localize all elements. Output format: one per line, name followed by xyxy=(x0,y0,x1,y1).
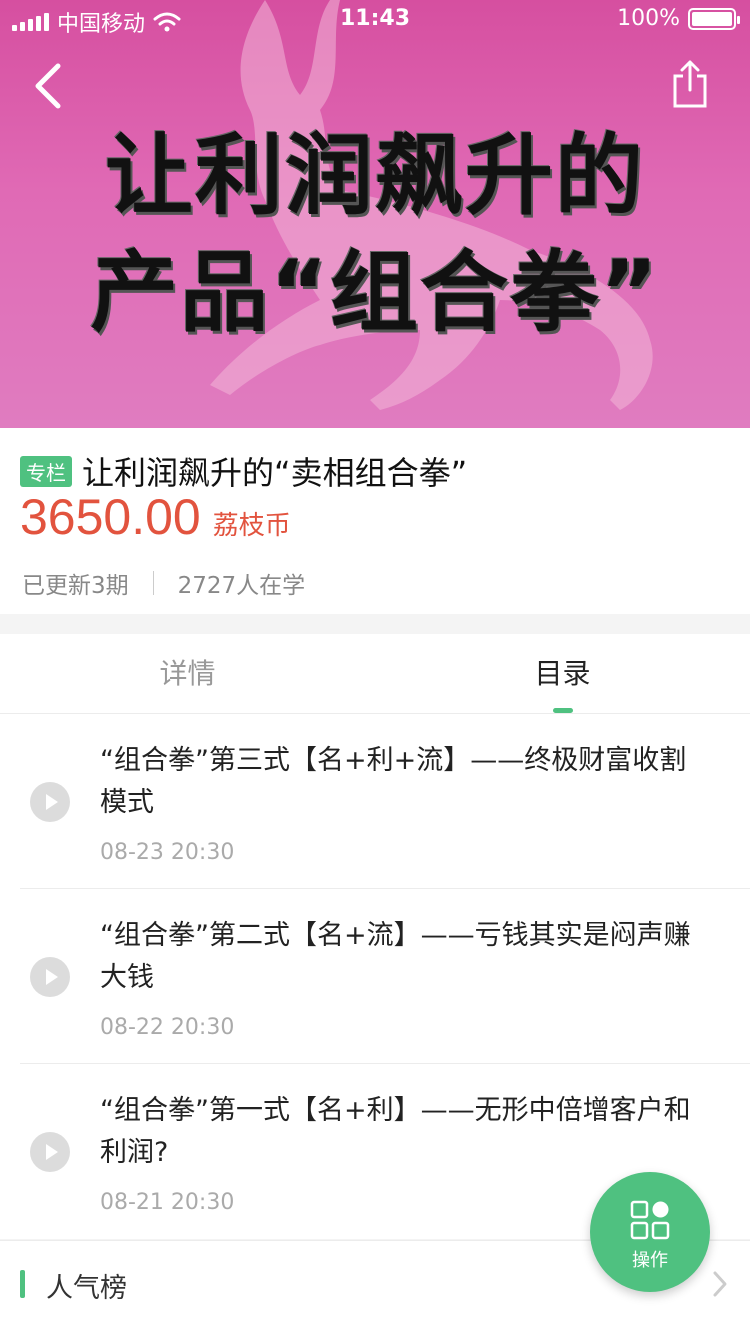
meta-divider xyxy=(152,571,154,595)
operation-label: 操作 xyxy=(632,1250,668,1271)
episode-date: 08-23 20:30 xyxy=(100,840,235,865)
chevron-right-icon xyxy=(713,1271,727,1297)
course-info: 专栏 让利润飙升的“卖相组合拳” 3650.00 荔枝币 已更新3期 2727人… xyxy=(0,428,750,614)
operation-grid-icon xyxy=(630,1200,670,1240)
battery-icon xyxy=(688,7,740,30)
play-icon[interactable] xyxy=(30,1132,70,1172)
column-tag: 专栏 xyxy=(20,455,72,487)
episode-title: “组合拳”第三式【名+利+流】——终极财富收割模式 xyxy=(100,745,687,818)
episode-date: 08-22 20:30 xyxy=(100,1015,235,1040)
price-row: 3650.00 荔枝币 xyxy=(20,488,291,546)
learner-count: 2727人在学 xyxy=(177,573,306,599)
tab-details[interactable]: 详情 xyxy=(0,634,375,713)
battery-percent: 100% xyxy=(617,6,680,31)
tab-bar: 详情 目录 xyxy=(0,634,750,714)
episode-title: “组合拳”第一式【名+利】——无形中倍增客户和利润? xyxy=(100,1095,691,1168)
operation-button[interactable]: 操作 xyxy=(590,1172,710,1292)
episode-date: 08-21 20:30 xyxy=(100,1190,235,1215)
price-value: 3650.00 xyxy=(20,489,201,545)
updated-count: 已更新3期 xyxy=(22,573,129,599)
meta-row: 已更新3期 2727人在学 xyxy=(22,566,305,600)
play-icon[interactable] xyxy=(30,782,70,822)
tab-catalog-label: 目录 xyxy=(534,657,591,690)
hero-banner: 中国移动 11:43 100% 让利润飙升的 产品“组合拳” xyxy=(0,0,750,428)
list-item[interactable]: “组合拳”第三式【名+利+流】——终极财富收割模式 08-23 20:30 xyxy=(0,714,750,889)
episode-title: “组合拳”第二式【名+流】——亏钱其实是闷声赚大钱 xyxy=(100,920,691,993)
status-bar: 中国移动 11:43 100% xyxy=(0,0,750,40)
list-item[interactable]: “组合拳”第二式【名+流】——亏钱其实是闷声赚大钱 08-22 20:30 xyxy=(0,889,750,1064)
tab-active-indicator xyxy=(552,708,573,713)
play-icon[interactable] xyxy=(30,957,70,997)
popular-label: 人气榜 xyxy=(46,1273,127,1304)
hero-title-line1: 让利润飙升的 xyxy=(104,124,645,227)
section-marker xyxy=(20,1270,25,1298)
price-unit: 荔枝币 xyxy=(212,511,291,541)
share-icon[interactable] xyxy=(670,58,710,110)
tab-catalog[interactable]: 目录 xyxy=(375,634,750,713)
hero-title-line2: 产品“组合拳” xyxy=(90,241,660,344)
tab-details-label: 详情 xyxy=(159,657,216,690)
episode-list: “组合拳”第三式【名+利+流】——终极财富收割模式 08-23 20:30 “组… xyxy=(0,714,750,1239)
